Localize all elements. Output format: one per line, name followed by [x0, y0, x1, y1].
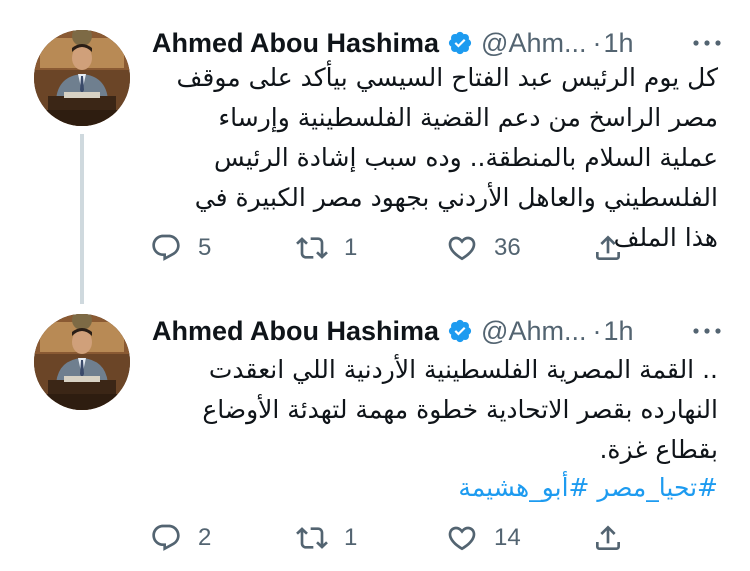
separator-dot: ·	[592, 27, 602, 58]
more-horizontal-icon[interactable]	[690, 33, 724, 53]
author-handle[interactable]: @Ahm...	[481, 316, 586, 347]
retweet-icon	[296, 237, 328, 259]
timestamp[interactable]: 1h	[603, 28, 633, 59]
author-handle[interactable]: @Ahm...	[481, 28, 586, 59]
reply-icon	[152, 234, 180, 261]
verified-badge-icon	[448, 319, 472, 343]
thread-connector-line	[80, 134, 84, 304]
share-icon	[596, 235, 620, 260]
hashtag-link[interactable]: #أبو_هشيمة	[458, 473, 589, 502]
heart-icon	[448, 526, 476, 551]
hashtag-line: #تحيا_مصر #أبو_هشيمة	[400, 468, 718, 508]
retweet-count: 1	[344, 234, 358, 261]
avatar-image	[34, 314, 130, 410]
retweet-button[interactable]: 1	[296, 228, 357, 268]
reply-button[interactable]: 2	[150, 518, 211, 558]
timestamp[interactable]: 1h	[603, 316, 633, 347]
share-button[interactable]	[592, 228, 624, 268]
hashtag-link[interactable]: #تحيا_مصر	[597, 473, 718, 502]
retweet-count: 1	[344, 524, 358, 551]
tweet-header: Ahmed Abou Hashima @Ahm... · 1h	[152, 313, 634, 349]
more-horizontal-icon[interactable]	[690, 321, 724, 341]
author-name[interactable]: Ahmed Abou Hashima	[152, 316, 439, 347]
share-icon	[596, 525, 620, 550]
reply-icon	[152, 524, 180, 551]
tweet-1[interactable]: Ahmed Abou Hashima @Ahm... · 1h كل يوم ا…	[0, 0, 750, 304]
tweet-actions: 2 1 14	[150, 518, 630, 558]
like-count: 14	[494, 524, 521, 551]
tweet-actions: 5 1 36	[150, 228, 630, 268]
avatar[interactable]	[34, 30, 130, 126]
share-button[interactable]	[592, 518, 624, 558]
like-count: 36	[494, 234, 521, 261]
tweet-text: .. القمة المصرية الفلسطينية الأردنية الل…	[170, 350, 718, 470]
tweet-2[interactable]: Ahmed Abou Hashima @Ahm... · 1h .. القمة…	[0, 290, 750, 571]
reply-count: 5	[198, 234, 212, 261]
author-name[interactable]: Ahmed Abou Hashima	[152, 28, 439, 59]
tweet-text-lead: ..	[702, 355, 718, 384]
reply-button[interactable]: 5	[150, 228, 211, 268]
reply-count: 2	[198, 524, 212, 551]
heart-icon	[448, 236, 476, 261]
like-button[interactable]: 36	[446, 228, 521, 268]
tweet-text-main: القمة المصرية الفلسطينية الأردنية اللي ا…	[202, 355, 718, 464]
avatar-image	[34, 30, 130, 126]
avatar[interactable]	[34, 314, 130, 410]
tweet-header: Ahmed Abou Hashima @Ahm... · 1h	[152, 25, 634, 61]
retweet-button[interactable]: 1	[296, 518, 357, 558]
retweet-icon	[296, 527, 328, 549]
separator-dot: ·	[592, 315, 602, 346]
like-button[interactable]: 14	[446, 518, 521, 558]
verified-badge-icon	[448, 31, 472, 55]
